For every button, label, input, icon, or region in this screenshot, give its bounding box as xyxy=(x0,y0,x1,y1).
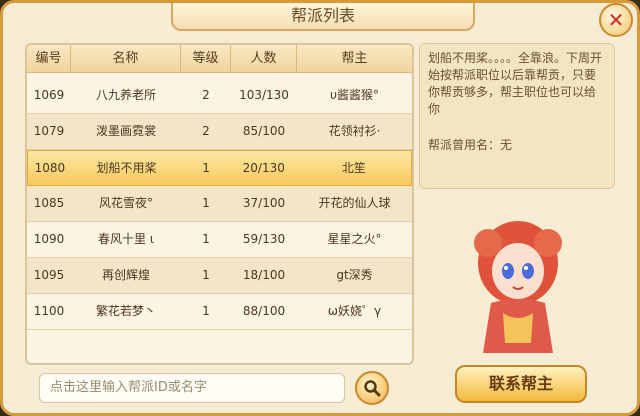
cell-level: 2 xyxy=(202,124,210,138)
header-name: 名称 xyxy=(71,45,181,72)
cell-level: 1 xyxy=(202,196,210,210)
cell-level: 1 xyxy=(202,232,210,246)
table-row[interactable]: 1080 划船不用桨 1 20/130 北笙 xyxy=(27,150,412,186)
cell-leader: υ酱酱猴° xyxy=(330,88,379,102)
window-title: 帮派列表 xyxy=(171,3,475,31)
cell-id: 1085 xyxy=(33,196,65,210)
former-name: 帮派曾用名：无 xyxy=(428,138,513,152)
cell-level: 1 xyxy=(202,304,210,318)
contact-leader-button[interactable]: 联系帮主 xyxy=(455,365,587,403)
table-row[interactable]: 1090 春风十里 ι 1 59/130 星星之火° xyxy=(27,222,412,258)
header-id: 编号 xyxy=(27,45,71,72)
header-members: 人数 xyxy=(231,45,297,72)
guild-table: 编号 名称 等级 人数 帮主 1069 八九养老所 2 103/130 υ酱酱猴° 107… xyxy=(25,43,414,365)
cell-level: 2 xyxy=(202,88,210,102)
header-leader: 帮主 xyxy=(341,51,368,66)
close-button[interactable]: ✕ xyxy=(599,3,633,37)
cell-members: 103/130 xyxy=(239,88,289,102)
table-row[interactable]: 1069 八九养老所 2 103/130 υ酱酱猴° xyxy=(27,78,412,114)
table-row[interactable]: 1095 再创辉煌 1 18/100 gt深秀 xyxy=(27,258,412,294)
search-input[interactable]: 点击这里输入帮派ID或名字 xyxy=(39,373,345,403)
table-header: 编号 名称 等级 人数 帮主 xyxy=(27,45,412,73)
cell-name: 八九养老所 xyxy=(95,88,156,102)
table-body: 1069 八九养老所 2 103/130 υ酱酱猴° 1079 泼墨画霓裳 2 85/100 花领… xyxy=(27,72,412,363)
cell-members: 85/100 xyxy=(242,124,286,138)
guild-info-panel: 划船不用桨。。。。全靠浪。下周开始按帮派职位以后靠帮贡，只要你帮贡够多，帮主职位… xyxy=(419,43,615,189)
cell-id: 1090 xyxy=(33,232,65,246)
cell-id: 1080 xyxy=(34,161,66,175)
cell-members: 88/100 xyxy=(242,304,286,318)
cell-members: 59/130 xyxy=(242,232,286,246)
cell-name: 风花雪夜° xyxy=(98,196,153,210)
table-row[interactable]: 1079 泼墨画霓裳 2 85/100 花领衬衫· xyxy=(27,114,412,150)
search-icon xyxy=(364,380,381,397)
guild-list-window: 帮派列表 ✕ 编号 名称 等级 人数 帮主 1069 八九养老所 2 103/130 υ… xyxy=(0,0,640,416)
cell-members: 37/100 xyxy=(242,196,286,210)
cell-name: 再创辉煌 xyxy=(101,268,150,282)
cell-id: 1069 xyxy=(33,88,65,102)
header-level: 等级 xyxy=(181,45,231,72)
cell-leader: 开花的仙人球 xyxy=(318,196,391,210)
cell-id: 1100 xyxy=(33,304,65,318)
cell-level: 1 xyxy=(202,161,210,175)
cell-id: 1079 xyxy=(33,124,65,138)
cell-name: 泼墨画霓裳 xyxy=(95,124,156,138)
cell-members: 18/100 xyxy=(242,268,286,282)
character-portrait xyxy=(474,221,562,353)
cell-leader: 花领衬衫· xyxy=(328,124,381,138)
cell-leader: ω妖娆゜γ xyxy=(327,304,382,318)
cell-leader: gt深秀 xyxy=(336,268,373,282)
cell-members: 20/130 xyxy=(242,161,285,175)
guild-description: 划船不用桨。。。。全靠浪。下周开始按帮派职位以后靠帮贡，只要你帮贡够多，帮主职位… xyxy=(428,51,603,116)
close-icon: ✕ xyxy=(607,8,625,32)
cell-id: 1095 xyxy=(33,268,65,282)
cell-level: 1 xyxy=(202,268,210,282)
cell-name: 划船不用桨 xyxy=(96,161,157,175)
search-button[interactable] xyxy=(355,371,389,405)
cell-name: 春风十里 ι xyxy=(98,232,154,246)
cell-name: 繁花若梦丶 xyxy=(95,304,156,318)
table-row[interactable]: 1085 风花雪夜° 1 37/100 开花的仙人球 xyxy=(27,186,412,222)
cell-leader: 星星之火° xyxy=(327,232,382,246)
cell-leader: 北笙 xyxy=(341,161,366,175)
table-row[interactable]: 1100 繁花若梦丶 1 88/100 ω妖娆゜γ xyxy=(27,294,412,330)
